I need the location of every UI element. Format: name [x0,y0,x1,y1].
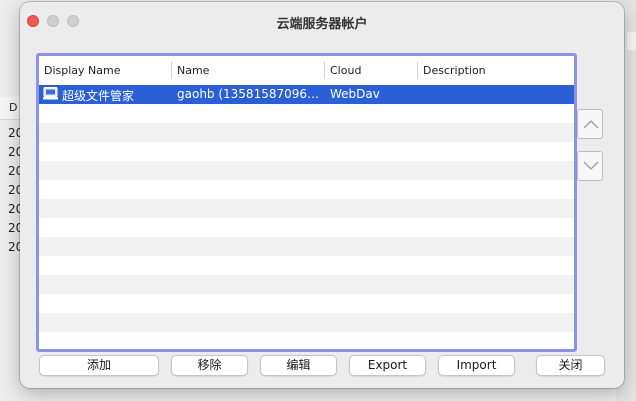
import-button[interactable]: Import [438,355,515,376]
column-divider[interactable] [171,62,172,79]
background-right-strip [627,32,636,50]
background-row: 20 [8,221,24,235]
empty-row [39,142,574,161]
cell-display-name: 超级文件管家 [62,89,135,103]
empty-row [39,161,574,180]
chevron-up-icon [583,120,599,129]
empty-row [39,180,574,199]
column-header-display-name[interactable]: Display Name [44,64,121,78]
edit-button[interactable]: 编辑 [260,355,337,376]
column-header-description[interactable]: Description [423,64,486,78]
table-header: Display Name Name Cloud Description [39,56,574,86]
empty-row [39,218,574,237]
remove-button[interactable]: 移除 [171,355,248,376]
column-header-cloud[interactable]: Cloud [330,64,361,78]
cloud-accounts-dialog: 云端服务器帐户 Display Name Name Cloud Descript… [20,2,624,388]
close-button[interactable]: 关闭 [536,355,605,376]
cell-cloud: WebDav [330,87,380,101]
chevron-down-icon [583,161,599,170]
empty-row [39,313,574,332]
background-column-header: D [0,97,20,120]
table-row[interactable]: 超级文件管家 gaohb (13581587096… WebDav [39,85,574,104]
empty-row [39,123,574,142]
background-row: 20 [8,202,24,216]
server-account-icon [43,87,58,100]
move-up-button[interactable] [577,109,603,139]
background-row: 20 [8,126,24,140]
title-bar: 云端服务器帐户 [20,2,624,36]
empty-row [39,294,574,313]
export-button[interactable]: Export [349,355,426,376]
empty-row [39,237,574,256]
cell-name: gaohb (13581587096… [177,87,320,101]
background-header-label: D [9,101,18,114]
empty-row [39,256,574,275]
move-down-button[interactable] [577,151,603,181]
empty-row [39,199,574,218]
empty-row [39,104,574,123]
accounts-table[interactable]: Display Name Name Cloud Description 超级文件… [36,53,577,352]
column-divider[interactable] [324,62,325,79]
dialog-title: 云端服务器帐户 [276,17,368,32]
column-header-name[interactable]: Name [177,64,209,78]
column-divider[interactable] [417,62,418,79]
empty-row [39,275,574,294]
table-body: 超级文件管家 gaohb (13581587096… WebDav [39,85,574,349]
background-row: 20 [8,240,24,254]
empty-row [39,332,574,349]
add-button[interactable]: 添加 [39,355,159,376]
background-row: 20 [8,145,24,159]
background-row: 20 [8,183,24,197]
background-row: 20 [8,164,24,178]
